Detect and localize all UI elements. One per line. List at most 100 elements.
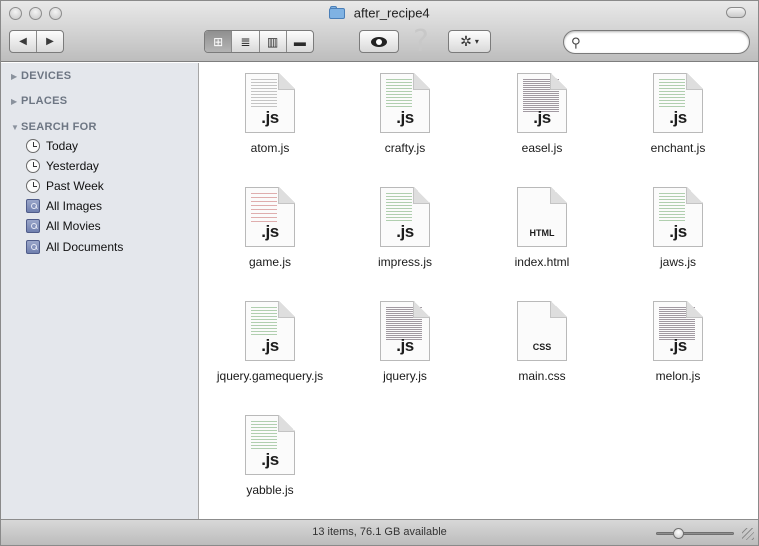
back-forward-group: ◀ ▶ (9, 30, 64, 53)
sidebar-item-yesterday[interactable]: Yesterday (26, 157, 99, 175)
file-name: game.js (248, 255, 292, 269)
file-item-jaws-js[interactable]: .js jaws.js (608, 187, 748, 270)
icon-view-button[interactable]: ⊞ (205, 31, 232, 52)
list-view-button[interactable]: ≣ (231, 31, 258, 52)
smart-folder-icon (26, 219, 40, 233)
slider-knob[interactable] (673, 528, 684, 539)
sidebar: ▶ DEVICES ▶ PLACES ▼ SEARCH FOR Today Yeste… (1, 63, 199, 519)
file-item-enchant-js[interactable]: .js enchant.js (608, 73, 748, 156)
js-file-icon: .js (380, 301, 430, 361)
sidebar-item-today[interactable]: Today (26, 137, 78, 155)
js-file-icon: .js (653, 301, 703, 361)
js-file-icon: .js (653, 187, 703, 247)
file-ext-label: CSS (532, 342, 552, 352)
sidebar-section-search-for[interactable]: ▼ SEARCH FOR (11, 121, 97, 133)
file-item-yabble-js[interactable]: .js yabble.js (200, 415, 340, 498)
column-view-button[interactable]: ▥ (258, 31, 286, 52)
js-file-icon: .js (380, 187, 430, 247)
smart-folder-icon (26, 240, 40, 254)
js-file-icon: .js (245, 301, 295, 361)
file-ext-label: .js (261, 108, 279, 127)
js-file-icon: .js (653, 73, 703, 133)
finder-window: after_recipe4 ◀ ▶ ⊞ ≣ ▥ ▬ ? ✲ ▾ ⚲ ▶ DEVIC… (0, 0, 759, 546)
disclosure-right-icon: ▶ (11, 97, 18, 106)
section-label: SEARCH FOR (21, 121, 97, 133)
sidebar-section-places[interactable]: ▶ PLACES (11, 95, 67, 107)
sidebar-item-all-images[interactable]: All Images (26, 197, 102, 215)
help-icon[interactable]: ? (413, 24, 429, 59)
eye-icon (371, 36, 387, 47)
smart-folder-icon (26, 199, 40, 213)
file-ext-label: .js (533, 108, 551, 127)
file-item-game-js[interactable]: .js game.js (200, 187, 340, 270)
quick-look-button[interactable] (359, 30, 399, 53)
file-ext-label: .js (396, 108, 414, 127)
window-title-bar: after_recipe4 (1, 4, 758, 22)
file-ext-label: .js (669, 108, 687, 127)
file-ext-label: .js (669, 222, 687, 241)
file-item-easel-js[interactable]: .js easel.js (472, 73, 612, 156)
file-name: main.css (518, 369, 566, 383)
search-input[interactable] (588, 34, 738, 50)
sidebar-item-label: Yesterday (46, 159, 99, 173)
file-item-main-css[interactable]: CSS main.css (472, 301, 612, 384)
js-file-icon: .js (245, 187, 295, 247)
file-name: jaws.js (659, 255, 696, 269)
section-label: PLACES (21, 95, 68, 107)
file-item-melon-js[interactable]: .js melon.js (608, 301, 748, 384)
sidebar-item-past-week[interactable]: Past Week (26, 177, 104, 195)
html-file-icon: HTML (517, 187, 567, 247)
file-ext-label: .js (396, 336, 414, 355)
forward-button[interactable]: ▶ (36, 31, 63, 52)
toolbar-toggle-button[interactable] (726, 7, 746, 18)
sidebar-item-label: Past Week (46, 179, 104, 193)
file-item-crafty-js[interactable]: .js crafty.js (335, 73, 475, 156)
search-icon: ⚲ (571, 35, 581, 50)
sidebar-item-all-movies[interactable]: All Movies (26, 217, 101, 235)
coverflow-view-button[interactable]: ▬ (285, 31, 313, 52)
file-ext-label: .js (669, 336, 687, 355)
file-name: impress.js (377, 255, 432, 269)
icon-size-slider[interactable] (656, 528, 734, 539)
file-ext-label: .js (261, 450, 279, 469)
search-field[interactable]: ⚲ (563, 30, 750, 54)
folder-icon (329, 5, 346, 19)
file-item-index-html[interactable]: HTML index.html (472, 187, 612, 270)
action-menu-button[interactable]: ✲ ▾ (448, 30, 491, 53)
sidebar-item-label: All Movies (46, 219, 101, 233)
file-item-atom-js[interactable]: .js atom.js (200, 73, 340, 156)
back-button[interactable]: ◀ (10, 31, 36, 52)
title-toolbar: after_recipe4 ◀ ▶ ⊞ ≣ ▥ ▬ ? ✲ ▾ ⚲ (1, 1, 758, 62)
file-name: crafty.js (384, 141, 426, 155)
section-label: DEVICES (21, 70, 72, 82)
resize-grip-icon[interactable] (742, 528, 754, 540)
sidebar-item-label: Today (46, 139, 79, 153)
file-name: index.html (514, 255, 570, 269)
file-name: enchant.js (650, 141, 706, 155)
sidebar-item-label: All Images (46, 199, 103, 213)
file-item-jquery-gamequery-js[interactable]: .js jquery.gamequery.js (200, 301, 340, 384)
disclosure-right-icon: ▶ (11, 72, 18, 81)
js-file-icon: .js (245, 415, 295, 475)
file-name: jquery.gamequery.js (216, 369, 324, 383)
js-file-icon: .js (517, 73, 567, 133)
file-ext-label: .js (396, 222, 414, 241)
clock-icon (26, 159, 40, 173)
sidebar-section-devices[interactable]: ▶ DEVICES (11, 70, 71, 82)
window-title: after_recipe4 (353, 5, 430, 21)
file-item-impress-js[interactable]: .js impress.js (335, 187, 475, 270)
file-name: yabble.js (246, 483, 294, 497)
file-item-jquery-js[interactable]: .js jquery.js (335, 301, 475, 384)
js-file-icon: .js (380, 73, 430, 133)
clock-icon (26, 139, 40, 153)
chevron-down-icon: ▾ (474, 37, 479, 46)
file-name: atom.js (250, 141, 290, 155)
js-file-icon: .js (245, 73, 295, 133)
file-ext-label: HTML (529, 228, 555, 238)
disclosure-down-icon: ▼ (11, 123, 20, 132)
status-bar: 13 items, 76.1 GB available (1, 519, 758, 545)
file-ext-label: .js (261, 222, 279, 241)
sidebar-item-all-documents[interactable]: All Documents (26, 238, 123, 256)
file-name: easel.js (521, 141, 563, 155)
sidebar-item-label: All Documents (46, 240, 124, 254)
